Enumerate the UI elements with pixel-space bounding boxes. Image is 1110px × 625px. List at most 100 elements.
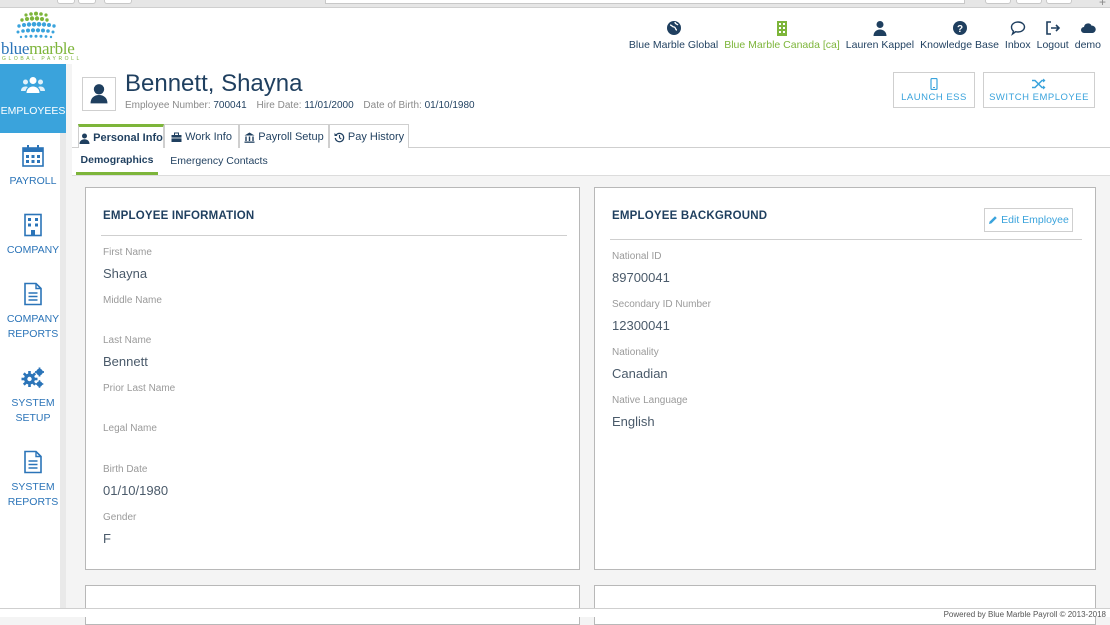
- bluemarble-logo[interactable]: bluemarble GLOBAL PAYROLL: [0, 11, 90, 65]
- bank-icon: [244, 132, 255, 143]
- topnav-blue-marble-global[interactable]: Blue Marble Global: [626, 20, 721, 51]
- employee-number-label: Employee Number:: [125, 100, 211, 111]
- panel-title: EMPLOYEE BACKGROUND: [612, 210, 768, 222]
- field-label-last-name: Last Name: [103, 335, 152, 346]
- field-value-native-language: English: [612, 414, 655, 429]
- globe-icon: [666, 21, 681, 35]
- field-value-nationality: Canadian: [612, 366, 668, 381]
- pencil-icon: [989, 216, 997, 224]
- topnav-inbox[interactable]: Inbox: [1002, 20, 1034, 51]
- field-value-gender: F: [103, 531, 111, 546]
- browser-forward-button[interactable]: [78, 0, 96, 4]
- field-value-secondary-id: 12300041: [612, 318, 670, 333]
- sidebar-item-payroll[interactable]: PAYROLL: [0, 144, 66, 189]
- cloud-icon: [1080, 23, 1096, 33]
- mobile-icon: [930, 77, 938, 90]
- browser-chrome: +: [0, 0, 1110, 9]
- topnav-demo[interactable]: demo: [1072, 20, 1104, 51]
- tab-personal-info[interactable]: Personal Info: [78, 124, 164, 149]
- sidebar-item-company[interactable]: COMPANY: [0, 213, 66, 258]
- top-bar: bluemarble GLOBAL PAYROLL Blue Marble Gl…: [0, 8, 1110, 64]
- users-icon: [21, 77, 45, 93]
- sidebar-item-label-line1: SYSTEM: [11, 397, 55, 409]
- divider: [101, 235, 567, 236]
- chat-icon: [1010, 21, 1025, 36]
- sidebar-item-company-reports[interactable]: COMPANY REPORTS: [0, 282, 66, 342]
- sidebar-item-label-line2: REPORTS: [7, 328, 59, 340]
- topnav-blue-marble-canada[interactable]: Blue Marble Canada [ca]: [721, 20, 843, 51]
- sidebar-item-label-line1: SYSTEM: [11, 481, 55, 493]
- employee-background-panel: EMPLOYEE BACKGROUND Edit Employee Nation…: [594, 187, 1096, 570]
- field-label-legal-name: Legal Name: [103, 423, 157, 434]
- briefcase-icon: [171, 132, 182, 142]
- history-icon: [334, 132, 345, 142]
- globe-logo-icon: [16, 11, 56, 39]
- calendar-icon: [22, 145, 44, 167]
- page-title: Bennett, Shayna: [125, 70, 303, 97]
- employee-meta: Employee Number: 700041 Hire Date: 11/01…: [125, 100, 482, 111]
- field-label-gender: Gender: [103, 512, 137, 523]
- logo-tagline: GLOBAL PAYROLL: [2, 56, 82, 62]
- subtab-demographics[interactable]: Demographics: [76, 148, 158, 175]
- browser-extension-button[interactable]: [1046, 0, 1072, 4]
- field-label-secondary-id: Secondary ID Number: [612, 299, 711, 310]
- field-value-national-id: 89700041: [612, 270, 670, 285]
- browser-address-bar[interactable]: [325, 0, 965, 4]
- browser-share-button[interactable]: [985, 0, 1011, 4]
- main-tabs: Personal Info Work Info Payroll Setup Pa…: [72, 121, 1110, 149]
- field-label-birth-date: Birth Date: [103, 464, 148, 475]
- sidebar-item-label-line2: SETUP: [15, 412, 51, 424]
- browser-sidebar-button[interactable]: [104, 0, 132, 4]
- divider: [610, 239, 1082, 240]
- subtab-emergency-contacts[interactable]: Emergency Contacts: [166, 148, 272, 174]
- question-icon: ?: [952, 21, 967, 35]
- topnav-logout[interactable]: Logout: [1034, 20, 1072, 51]
- hire-date-value: 11/01/2000: [304, 100, 354, 111]
- sub-tabs: Demographics Emergency Contacts: [72, 148, 1110, 176]
- topnav-user-profile[interactable]: Lauren Kappel: [843, 20, 917, 51]
- shuffle-icon: [1032, 78, 1046, 89]
- field-label-prior-last-name: Prior Last Name: [103, 383, 176, 394]
- document-icon: [24, 282, 42, 306]
- sidebar-item-label: PAYROLL: [9, 175, 57, 187]
- employee-number-value: 700041: [213, 100, 247, 111]
- tab-pay-history[interactable]: Pay History: [329, 124, 409, 149]
- user-icon: [90, 84, 108, 104]
- user-icon: [873, 21, 887, 36]
- hire-date-label: Hire Date:: [256, 100, 302, 111]
- topnav-knowledge-base[interactable]: ? Knowledge Base: [917, 20, 1002, 51]
- building-icon: [24, 213, 42, 237]
- field-value-birth-date: 01/10/1980: [103, 483, 169, 498]
- sidebar-item-employees[interactable]: EMPLOYEES: [0, 64, 66, 133]
- footer-copyright: Powered by Blue Marble Payroll © 2013-20…: [943, 610, 1106, 619]
- tab-work-info[interactable]: Work Info: [164, 124, 239, 149]
- browser-back-button[interactable]: [57, 0, 75, 4]
- tab-payroll-setup[interactable]: Payroll Setup: [239, 124, 329, 149]
- launch-ess-button[interactable]: LAUNCH ESS: [893, 72, 975, 108]
- gears-icon: [21, 367, 44, 388]
- sidebar-item-label-line2: REPORTS: [7, 496, 59, 508]
- lower-left-panel: [85, 585, 580, 625]
- panel-title: EMPLOYEE INFORMATION: [103, 210, 255, 222]
- lower-right-panel: [594, 585, 1096, 625]
- building-icon: [777, 21, 787, 36]
- dob-value: 01/10/1980: [424, 100, 475, 111]
- edit-employee-button[interactable]: Edit Employee: [984, 208, 1073, 232]
- browser-tabs-button[interactable]: [1016, 0, 1042, 4]
- sidebar-item-label-line1: COMPANY: [6, 313, 60, 325]
- employee-header: Bennett, Shayna Employee Number: 700041 …: [72, 64, 1110, 121]
- document-icon: [24, 450, 42, 474]
- field-label-national-id: National ID: [612, 251, 662, 262]
- svg-text:?: ?: [956, 24, 962, 35]
- top-navigation: Blue Marble Global Blue Marble Canada [c…: [626, 20, 1104, 51]
- field-value-last-name: Bennett: [103, 354, 148, 369]
- sidebar-item-system-setup[interactable]: SYSTEM SETUP: [0, 366, 66, 426]
- employee-information-panel: EMPLOYEE INFORMATION First Name Shayna M…: [85, 187, 580, 570]
- field-label-middle-name: Middle Name: [103, 295, 162, 306]
- field-value-first-name: Shayna: [103, 266, 148, 281]
- sidebar-item-label: COMPANY: [6, 244, 60, 256]
- field-label-native-language: Native Language: [612, 395, 688, 406]
- sidebar-item-system-reports[interactable]: SYSTEM REPORTS: [0, 450, 66, 510]
- switch-employee-button[interactable]: SWITCH EMPLOYEE: [983, 72, 1095, 108]
- footer: Powered by Blue Marble Payroll © 2013-20…: [0, 608, 1110, 619]
